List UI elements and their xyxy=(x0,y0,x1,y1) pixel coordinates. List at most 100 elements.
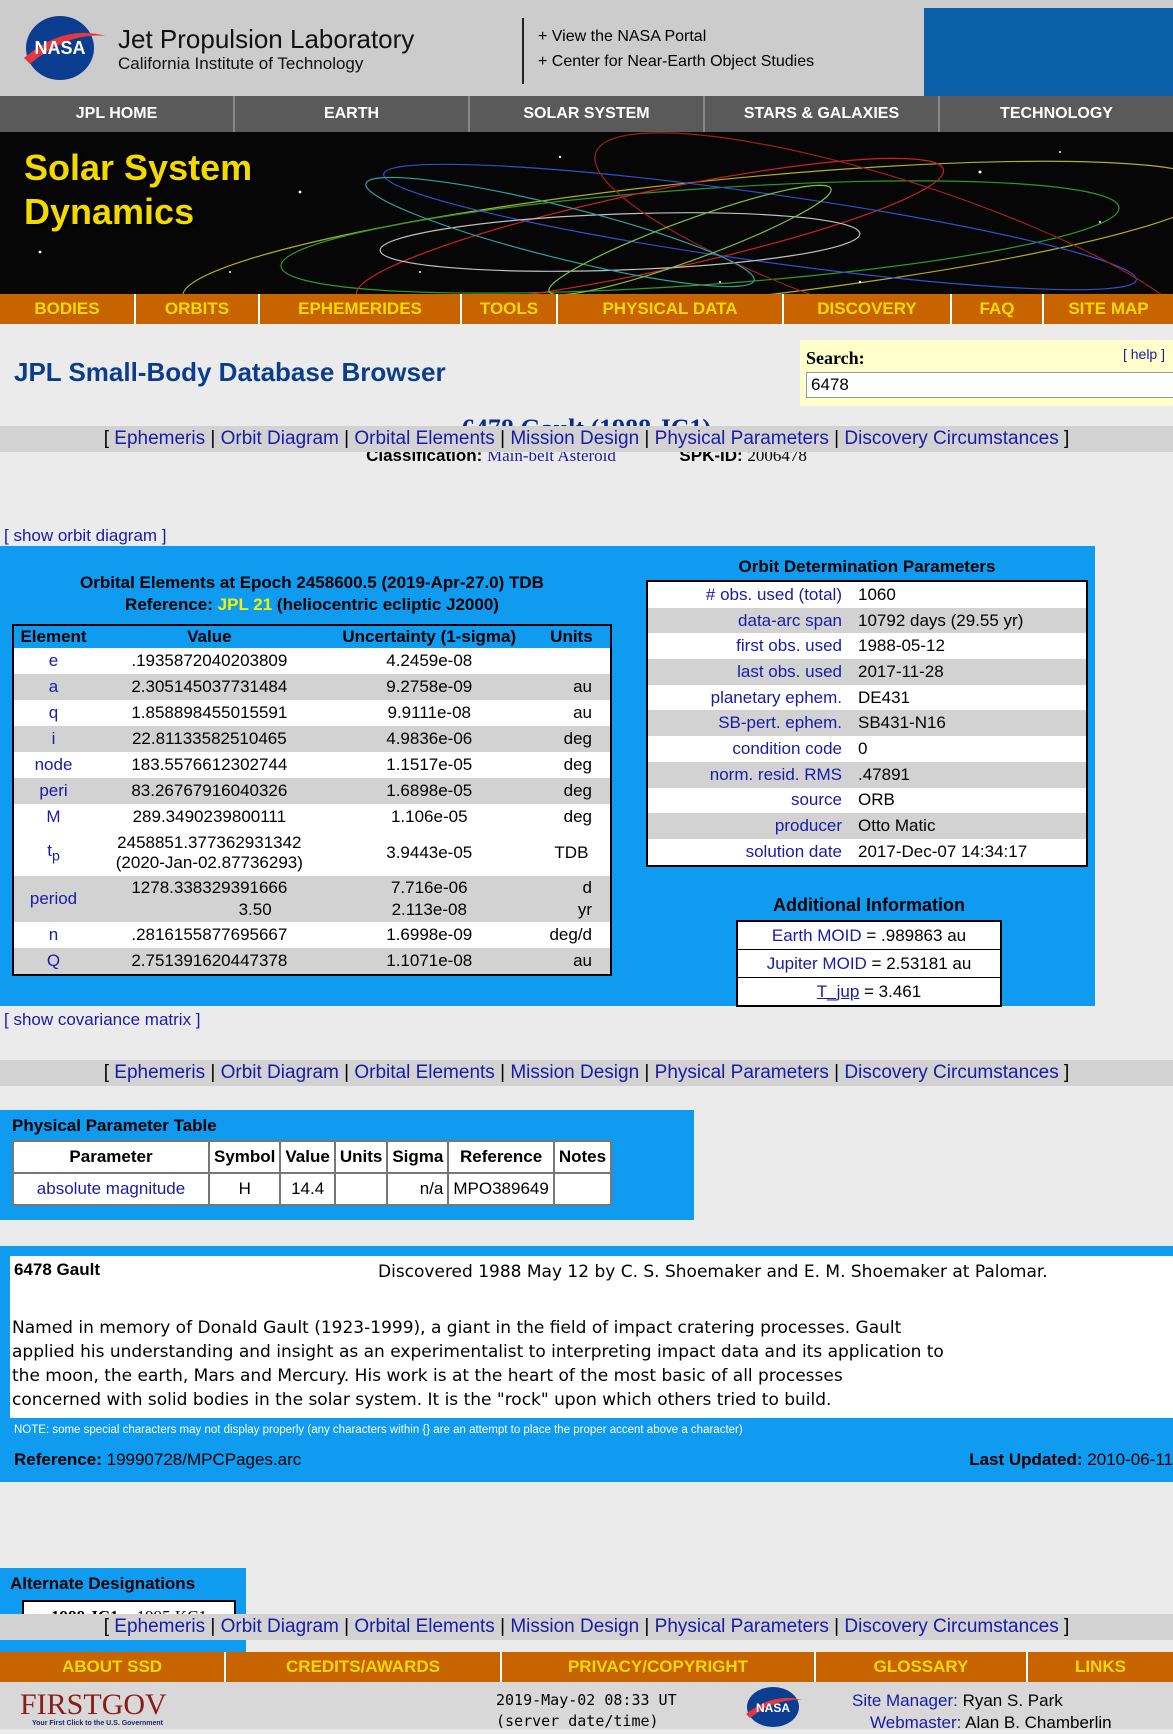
link-mission-design[interactable]: Mission Design xyxy=(510,1062,639,1083)
nasa-portal-link[interactable]: + View the NASA Portal xyxy=(538,28,706,46)
element-tp[interactable]: tp xyxy=(13,830,93,876)
t-jup-link[interactable]: T_jup xyxy=(817,982,860,1001)
link-orbit-diagram[interactable]: Orbit Diagram xyxy=(221,1062,339,1083)
link-physical-parameters[interactable]: Physical Parameters xyxy=(655,428,829,449)
nav-credits[interactable]: CREDITS/AWARDS xyxy=(226,1652,502,1682)
element-uncertainty: 9.2758e-09 xyxy=(325,674,533,700)
table-row: producer Otto Matic xyxy=(647,813,1087,839)
footer-nav: ABOUT SSD CREDITS/AWARDS PRIVACY/COPYRIG… xyxy=(0,1652,1173,1682)
element-period[interactable]: period xyxy=(13,876,94,922)
physical-heading: Physical Parameter Table xyxy=(12,1116,217,1135)
svg-text:FIRSTGOV: FIRSTGOV xyxy=(20,1688,167,1721)
element-value: 289.3490239800111 xyxy=(132,807,287,826)
nav-physical-data[interactable]: PHYSICAL DATA xyxy=(558,294,784,324)
link-discovery-circumstances[interactable]: Discovery Circumstances xyxy=(844,1616,1058,1637)
od-param-link[interactable]: condition code xyxy=(647,736,854,762)
link-discovery-circumstances[interactable]: Discovery Circumstances xyxy=(844,1062,1058,1083)
nav-stars-galaxies[interactable]: STARS & GALAXIES xyxy=(705,96,940,132)
nav-ephemerides[interactable]: EPHEMERIDES xyxy=(260,294,462,324)
element-name[interactable]: peri xyxy=(13,778,94,804)
table-row: e .1935872040203809 4.2459e-08 xyxy=(13,648,611,674)
nav-solar-system[interactable]: SOLAR SYSTEM xyxy=(470,96,705,132)
jupiter-moid-link[interactable]: Jupiter MOID xyxy=(767,954,867,973)
search-input[interactable] xyxy=(806,372,1173,398)
value-cell: 14.4 xyxy=(279,1172,336,1206)
table-row: Jupiter MOID = 2.53181 au xyxy=(737,949,1001,978)
value-period: 1278.338329391666 3.50 xyxy=(93,876,326,922)
table-row: n .2816155877695667 1.6998e-09 deg/d xyxy=(13,922,611,948)
od-param-link[interactable]: planetary ephem. xyxy=(647,685,854,711)
link-ephemeris[interactable]: Ephemeris xyxy=(114,428,205,449)
link-orbit-diagram[interactable]: Orbit Diagram xyxy=(221,1616,339,1637)
od-param-link[interactable]: source xyxy=(647,788,854,814)
link-discovery-circumstances[interactable]: Discovery Circumstances xyxy=(844,428,1058,449)
od-param-link[interactable]: producer xyxy=(647,813,854,839)
firstgov-logo[interactable]: FIRSTGOV Your First Click to the U.S. Go… xyxy=(18,1684,218,1728)
nav-links[interactable]: LINKS xyxy=(1028,1652,1173,1682)
od-param-link[interactable]: first obs. used xyxy=(647,633,854,659)
nav-glossary[interactable]: GLOSSARY xyxy=(816,1652,1028,1682)
link-orbital-elements[interactable]: Orbital Elements xyxy=(354,1062,494,1083)
nasa-small-logo-icon[interactable]: NASA xyxy=(742,1686,804,1728)
element-uncertainty: 9.9111e-08 xyxy=(387,703,472,722)
svg-text:Your First Click to the U.S. G: Your First Click to the U.S. Government xyxy=(32,1720,164,1727)
table-row: q 1.858898455015591 9.9111e-08 au xyxy=(13,700,611,726)
jpl-subtitle[interactable]: California Institute of Technology xyxy=(118,54,363,74)
element-name[interactable]: Q xyxy=(13,948,94,975)
link-ephemeris[interactable]: Ephemeris xyxy=(114,1616,205,1637)
col-notes: Notes xyxy=(552,1140,613,1174)
element-name[interactable]: n xyxy=(13,922,93,948)
reference-link[interactable]: JPL 21 xyxy=(218,595,273,614)
symbol-cell: H xyxy=(207,1172,282,1206)
od-param-link[interactable]: norm. resid. RMS xyxy=(647,761,854,788)
nav-earth[interactable]: EARTH xyxy=(235,96,470,132)
nav-orbits[interactable]: ORBITS xyxy=(136,294,260,324)
nav-privacy[interactable]: PRIVACY/COPYRIGHT xyxy=(502,1652,816,1682)
link-mission-design[interactable]: Mission Design xyxy=(510,428,639,449)
additional-info-table: Earth MOID = .989863 au Jupiter MOID = 2… xyxy=(736,920,1002,1007)
jpl-title[interactable]: Jet Propulsion Laboratory xyxy=(118,24,414,55)
nav-technology[interactable]: TECHNOLOGY xyxy=(940,96,1173,132)
earth-moid-link[interactable]: Earth MOID xyxy=(772,926,862,945)
element-name[interactable]: node xyxy=(13,752,93,778)
show-covariance-link[interactable]: [ show covariance matrix ] xyxy=(4,1010,201,1030)
neo-studies-link[interactable]: + Center for Near-Earth Object Studies xyxy=(538,53,814,71)
units-period: d yr xyxy=(532,876,611,922)
show-orbit-diagram-link[interactable]: [ show orbit diagram ] xyxy=(4,526,167,546)
help-link[interactable]: [ help ] xyxy=(1123,346,1165,362)
col-uncertainty: Uncertainty (1-sigma) xyxy=(325,625,533,648)
table-row: period 1278.338329391666 3.50 7.716e-06 2.… xyxy=(13,876,611,922)
absolute-magnitude-link[interactable]: absolute magnitude xyxy=(12,1172,210,1206)
element-name[interactable]: e xyxy=(13,648,93,674)
element-name[interactable]: M xyxy=(13,804,93,830)
section-link-bar-2: [ Ephemeris | Orbit Diagram | Orbital El… xyxy=(0,1060,1173,1086)
link-orbit-diagram[interactable]: Orbit Diagram xyxy=(221,428,339,449)
nav-tools[interactable]: TOOLS xyxy=(462,294,558,324)
nav-bodies[interactable]: BODIES xyxy=(0,294,136,324)
link-orbital-elements[interactable]: Orbital Elements xyxy=(354,1616,494,1637)
od-param-link[interactable]: # obs. used (total) xyxy=(647,581,854,608)
ssd-title[interactable]: Solar System Dynamics xyxy=(24,146,252,234)
od-param-link[interactable]: data-arc span xyxy=(647,607,854,634)
link-orbital-elements[interactable]: Orbital Elements xyxy=(354,428,494,449)
od-param-link[interactable]: solution date xyxy=(647,839,854,866)
od-param-value: .47891 xyxy=(854,761,1087,788)
element-name[interactable]: i xyxy=(13,726,94,752)
od-param-link[interactable]: SB-pert. ephem. xyxy=(647,710,854,737)
nav-jpl-home[interactable]: JPL HOME xyxy=(0,96,235,132)
nav-site-map[interactable]: SITE MAP xyxy=(1044,294,1173,324)
link-ephemeris[interactable]: Ephemeris xyxy=(114,1062,205,1083)
element-name[interactable]: a xyxy=(13,674,94,700)
nav-discovery[interactable]: DISCOVERY xyxy=(784,294,952,324)
nav-about-ssd[interactable]: ABOUT SSD xyxy=(0,1652,226,1682)
search-panel: Search: [ help ] xyxy=(800,340,1173,406)
nasa-logo-icon[interactable]: NASA xyxy=(18,14,108,82)
od-param-link[interactable]: last obs. used xyxy=(647,659,854,685)
link-physical-parameters[interactable]: Physical Parameters xyxy=(655,1616,829,1637)
element-name[interactable]: q xyxy=(13,700,93,726)
element-value: .2816155877695667 xyxy=(131,925,288,944)
col-units: Units xyxy=(532,625,611,648)
link-mission-design[interactable]: Mission Design xyxy=(510,1616,639,1637)
nav-faq[interactable]: FAQ xyxy=(952,294,1044,324)
link-physical-parameters[interactable]: Physical Parameters xyxy=(655,1062,829,1083)
